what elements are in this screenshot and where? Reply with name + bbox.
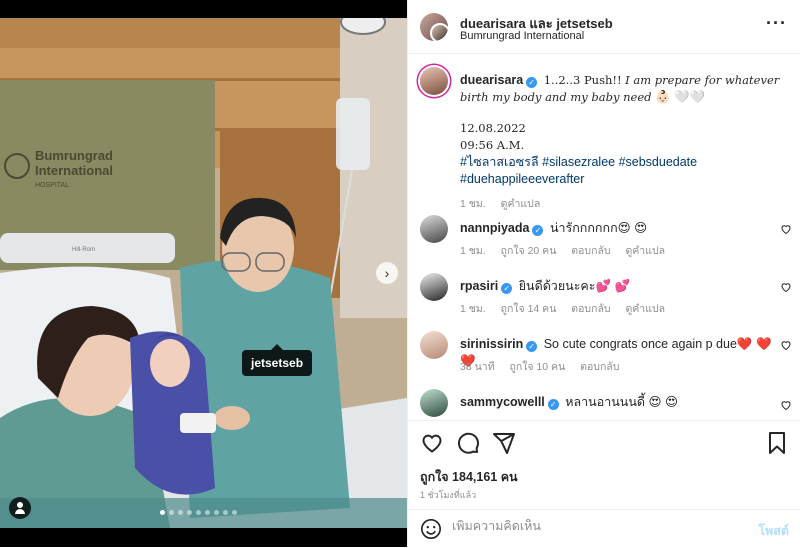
post-photo[interactable]: Bumrungrad International HOSPITAL Hill-R… [0, 18, 407, 528]
verified-icon: ✓ [526, 341, 538, 352]
post-sidebar: duearisara และ jetsetseb Bumrungrad Inte… [407, 0, 800, 547]
hospital-sign-line1: Bumrungrad [35, 148, 113, 163]
post-media[interactable]: Bumrungrad International HOSPITAL Hill-R… [0, 0, 407, 547]
post-header: duearisara และ jetsetseb Bumrungrad Inte… [408, 0, 800, 54]
more-icon[interactable]: ··· [766, 13, 787, 34]
comment-meta: 1 ชม. ถูกใจ 14 คน ตอบกลับ ดูคำแปล [460, 300, 677, 317]
caption-text: duearisara ✓ 1..2..3 Push!! I am prepare … [460, 72, 780, 188]
verified-icon: ✓ [526, 77, 538, 88]
comment-body: หลานอานนนดี้ 😍 😍 [565, 395, 679, 409]
comment-username[interactable]: sammycowelll [460, 395, 545, 409]
carousel-dot [196, 510, 201, 515]
comment-reply[interactable]: ตอบกลับ [580, 361, 619, 373]
verified-icon: ✓ [501, 283, 513, 294]
carousel-dot [205, 510, 210, 515]
likes-count[interactable]: ถูกใจ 184,161 คน [420, 467, 518, 487]
emoji-icon[interactable] [420, 518, 442, 540]
carousel-dot [232, 510, 237, 515]
monitor-label: Hill-Rom [72, 247, 95, 253]
comment-text: nannpiyada ✓ น่ารักกกกกก😍 😍 [460, 220, 780, 237]
comment-avatar[interactable] [420, 331, 448, 359]
user-tag-icon[interactable] [9, 497, 31, 519]
carousel-dot [187, 510, 192, 515]
share-icon[interactable] [492, 431, 516, 455]
comment-meta: 38 นาที ถูกใจ 10 คน ตอบกลับ [460, 358, 631, 375]
verified-icon: ✓ [547, 399, 559, 410]
caption-age: 1 ชม. [460, 198, 486, 210]
carousel-dots [160, 510, 237, 515]
carousel-dot [178, 510, 183, 515]
comment-avatar[interactable] [420, 273, 448, 301]
comment-username[interactable]: sirinissirin [460, 337, 523, 351]
caption-emoji: 👶🏻 🤍🤍 [655, 90, 706, 104]
comment-translate[interactable]: ดูคำแปล [625, 303, 665, 315]
caption-meta: 1 ชม. ดูคำแปล [460, 195, 552, 212]
comment-reply[interactable]: ตอบกลับ [571, 245, 610, 257]
carousel-dot [214, 510, 219, 515]
caption-text-start: 1..2..3 Push!! [543, 73, 622, 87]
comment-likes[interactable]: ถูกใจ 20 คน [501, 245, 557, 257]
post-actions: ถูกใจ 184,161 คน 1 ชั่วโมงที่แล้ว โพสต์ [408, 420, 800, 547]
comment-heart-icon[interactable] [780, 281, 792, 293]
carousel-dot [223, 510, 228, 515]
hospital-sign-line2: International [35, 163, 113, 178]
photo-illustration: Bumrungrad International HOSPITAL Hill-R… [0, 18, 407, 528]
caption-date: 12.08.2022 [460, 121, 526, 135]
comment-composer: โพสต์ [408, 509, 800, 548]
comment-age: 1 ชม. [460, 303, 486, 315]
bookmark-icon[interactable] [765, 431, 789, 455]
comment-text: rpasiri ✓ ยินดีด้วยนะคะ💕 💕 [460, 278, 780, 295]
comment-age: 38 นาที [460, 361, 495, 373]
comment-translate[interactable]: ดูคำแปล [625, 245, 665, 257]
comment-avatar[interactable] [420, 389, 448, 417]
comment-age: 1 ชม. [460, 245, 486, 257]
caption-avatar[interactable] [420, 67, 448, 95]
user-tag-pill[interactable]: jetsetseb [242, 344, 313, 376]
hospital-sign-line3: HOSPITAL [35, 182, 69, 189]
comment-username[interactable]: nannpiyada [460, 221, 529, 235]
comment-icon[interactable] [456, 431, 480, 455]
author-avatar[interactable] [420, 13, 448, 41]
post-comment-button[interactable]: โพสต์ [758, 521, 789, 541]
caption-time: 09:56 A.M. [460, 138, 525, 152]
post-location[interactable]: Bumrungrad International [460, 30, 584, 42]
comment-likes[interactable]: ถูกใจ 14 คน [501, 303, 557, 315]
comment-text: sammycowelll ✓ หลานอานนนดี้ 😍 😍 [460, 394, 780, 411]
next-arrow-icon[interactable]: › [376, 262, 398, 284]
caption-translate[interactable]: ดูคำแปล [501, 198, 541, 210]
comment-likes[interactable]: ถูกใจ 10 คน [510, 361, 566, 373]
caption-username[interactable]: duearisara [460, 73, 523, 87]
caption-hashtags-2[interactable]: #duehappileeeverafter [460, 171, 780, 188]
verified-icon: ✓ [532, 225, 544, 236]
comment-avatar[interactable] [420, 215, 448, 243]
comment-heart-icon[interactable] [780, 339, 792, 351]
comment-reply[interactable]: ตอบกลับ [571, 303, 610, 315]
caption-hashtags-1[interactable]: #ไซลาสเอซรลี #silasezralee #sebsduedate [460, 154, 780, 171]
post-time[interactable]: 1 ชั่วโมงที่แล้ว [420, 488, 476, 502]
comment-heart-icon[interactable] [780, 399, 792, 411]
comment-input[interactable] [452, 519, 752, 533]
carousel-dot [169, 510, 174, 515]
comment-heart-icon[interactable] [780, 223, 792, 235]
heart-icon[interactable] [420, 431, 444, 455]
comments-list[interactable]: duearisara ✓ 1..2..3 Push!! I am prepare … [408, 55, 800, 420]
comment-meta: 1 ชม. ถูกใจ 20 คน ตอบกลับ ดูคำแปล [460, 242, 677, 259]
comment-body: ยินดีด้วยนะคะ💕 💕 [518, 279, 631, 293]
post-dialog: Bumrungrad International HOSPITAL Hill-R… [0, 0, 800, 547]
comment-username[interactable]: rpasiri [460, 279, 498, 293]
comment-body: น่ารักกกกกก😍 😍 [549, 221, 648, 235]
carousel-dot [160, 510, 165, 515]
